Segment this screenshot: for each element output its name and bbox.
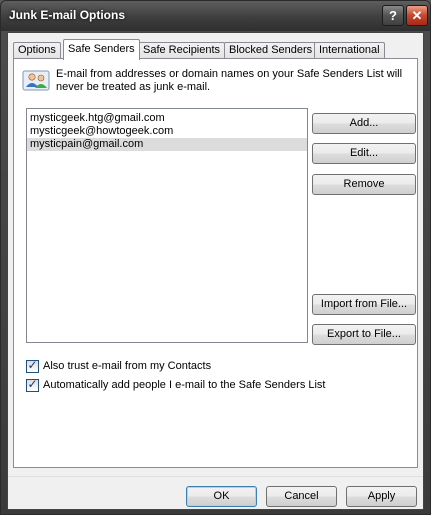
help-button[interactable]: ?: [382, 5, 404, 26]
list-item[interactable]: mysticgeek.htg@gmail.com: [27, 112, 307, 125]
junk-email-options-window: Junk E-mail Options ? ✕ Options Safe Sen…: [0, 0, 431, 515]
safe-senders-people-icon: [22, 70, 50, 91]
checkmark-icon: ✓: [27, 358, 38, 372]
title-bar[interactable]: Junk E-mail Options ? ✕: [1, 1, 430, 31]
trust-contacts-checkbox[interactable]: ✓: [26, 358, 39, 373]
tab-international[interactable]: International: [314, 42, 385, 59]
safe-senders-list[interactable]: mysticgeek.htg@gmail.com mysticgeek@howt…: [26, 108, 308, 343]
auto-add-checkbox[interactable]: ✓: [26, 377, 39, 392]
list-item[interactable]: mysticgeek@howtogeek.com: [27, 125, 307, 138]
close-button[interactable]: ✕: [406, 5, 428, 26]
trust-contacts-label[interactable]: Also trust e-mail from my Contacts: [43, 360, 211, 372]
safe-senders-panel: E-mail from addresses or domain names on…: [13, 58, 418, 468]
ok-button[interactable]: OK: [186, 486, 257, 507]
dialog-client-area: Options Safe Senders Safe Recipients Blo…: [7, 32, 424, 510]
import-from-file-button[interactable]: Import from File...: [312, 294, 416, 315]
window-title: Junk E-mail Options: [9, 8, 126, 22]
tab-safe-senders[interactable]: Safe Senders: [63, 39, 140, 60]
remove-button[interactable]: Remove: [312, 174, 416, 195]
tab-blocked-senders[interactable]: Blocked Senders: [224, 42, 318, 59]
tab-safe-recipients[interactable]: Safe Recipients: [138, 42, 226, 59]
list-item-selected[interactable]: mysticpain@gmail.com: [27, 138, 307, 151]
export-to-file-button[interactable]: Export to File...: [312, 324, 416, 345]
cancel-button[interactable]: Cancel: [266, 486, 337, 507]
dialog-footer: OK Cancel Apply: [8, 476, 423, 510]
auto-add-label[interactable]: Automatically add people I e-mail to the…: [43, 379, 326, 391]
edit-button[interactable]: Edit...: [312, 143, 416, 164]
safe-senders-description: E-mail from addresses or domain names on…: [56, 68, 403, 93]
apply-button[interactable]: Apply: [346, 486, 417, 507]
tab-options[interactable]: Options: [13, 42, 61, 59]
checkmark-icon: ✓: [27, 377, 38, 391]
add-button[interactable]: Add...: [312, 113, 416, 134]
